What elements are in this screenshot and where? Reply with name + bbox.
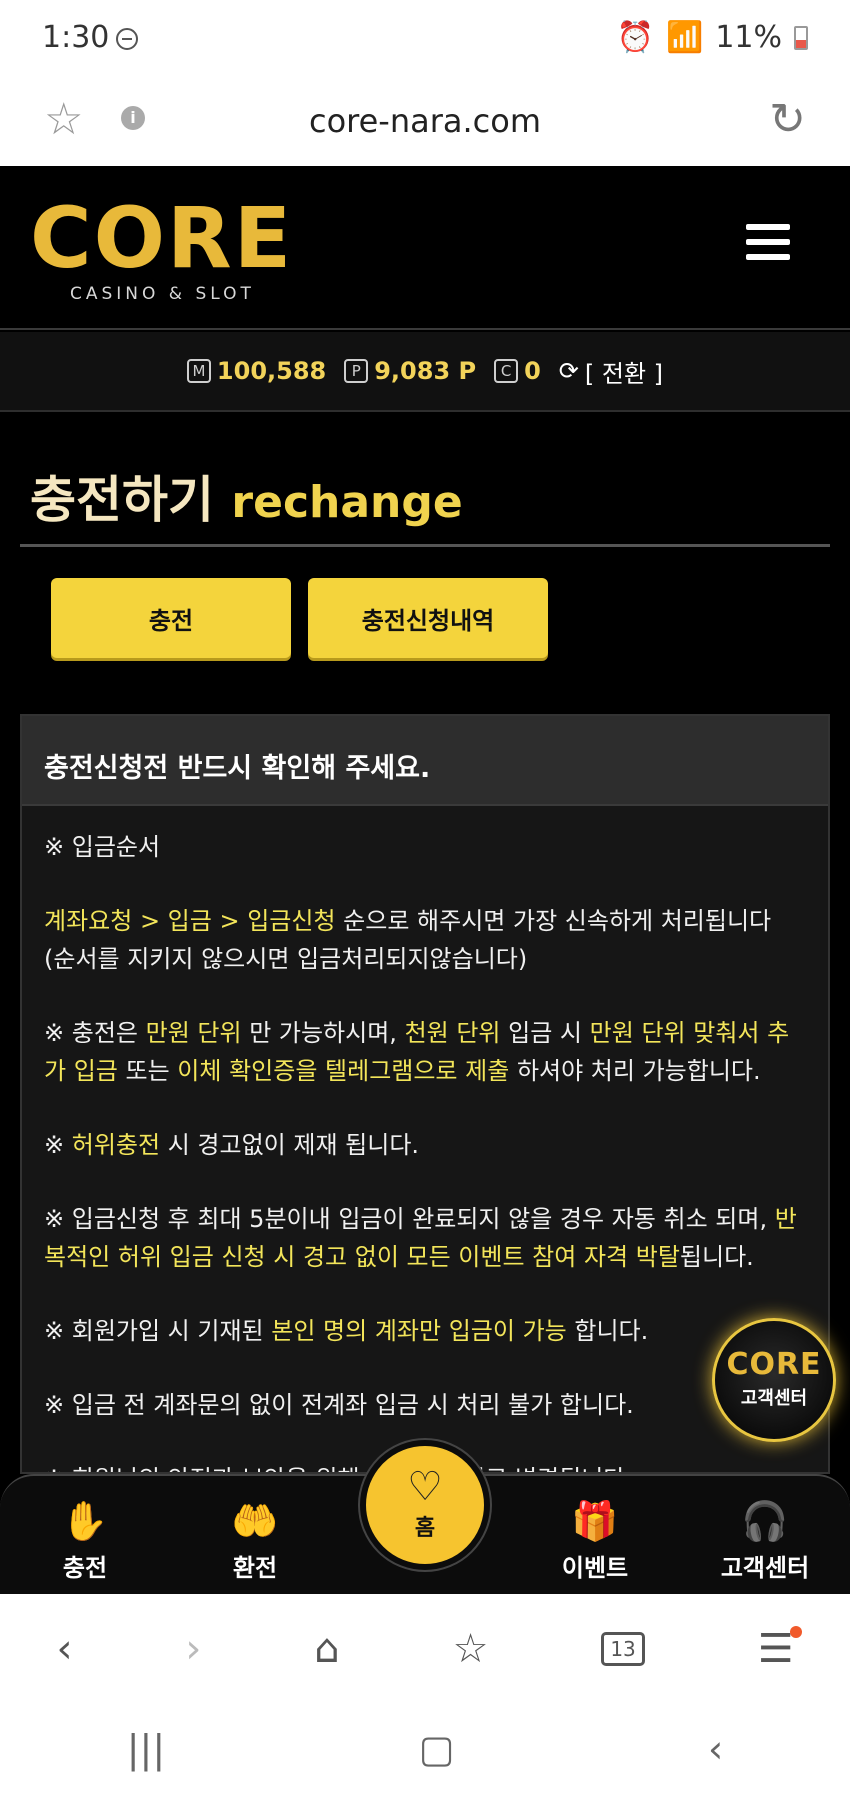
notice-p6: ※ 회원가입 시 기재된 본인 명의 계좌만 입금이 가능 합니다. [44,1317,649,1345]
balance-bar: M 100,588 P 9,083 P C 0 ⟳ [ 전환 ] [0,332,850,412]
switch-label: [ 전환 ] [584,359,664,388]
status-icons: ⏰ 📶 11% [617,20,808,55]
status-bar: 1:30 ⏰ 📶 11% [0,0,850,80]
back-icon[interactable]: ‹ [56,1626,72,1672]
coin-balance: C 0 [494,357,541,385]
wifi-icon: 📶 [665,20,704,55]
notice-p7: ※ 입금 전 계좌문의 없이 전계좌 입금 시 처리 불가 합니다. [44,1391,634,1419]
notice-body: ※ 입금순서 계좌요청 > 입금 > 입금신청 순으로 해주시면 가장 신속하게… [22,806,828,1472]
do-not-disturb-icon [116,28,138,50]
nav-charge[interactable]: ✋ 충전 [15,1494,155,1583]
battery-icon [794,25,808,50]
notice-p2: 계좌요청 > 입금 > 입금신청 순으로 해주시면 가장 신속하게 처리됩니다 … [44,907,772,973]
notice-box: 충전신청전 반드시 확인해 주세요. ※ 입금순서 계좌요청 > 입금 > 입금… [20,714,830,1474]
notice-p1: ※ 입금순서 [44,833,161,861]
android-nav-bar: ||| ▢ ‹ [0,1704,850,1794]
notice-p3: ※ 충전은 만원 단위 만 가능하시며, 천원 단위 입금 시 만원 단위 맞춰… [44,1019,790,1085]
browser-url-bar: ☆ i core-nara.com ↻ [0,80,850,166]
menu-icon[interactable]: ☰ [758,1626,802,1672]
charge-icon: ✋ [61,1499,109,1543]
cs-badge-logo: CORE [726,1347,822,1382]
money-icon: M [186,359,211,383]
site-logo[interactable]: CORE CASINO & SLOT [30,189,294,306]
nav-exchange[interactable]: 🤲 환전 [185,1494,325,1583]
page-title-en: rechange [231,477,463,528]
recent-apps-icon[interactable]: ||| [127,1727,165,1771]
charge-history-button[interactable]: 충전신청내역 [308,578,548,658]
logo-word: CORE [30,189,294,287]
tabs-icon[interactable]: 13 [601,1632,645,1666]
hamburger-menu-icon[interactable] [746,224,790,264]
money-value: 100,588 [216,357,327,385]
point-value: 9,083 P [374,357,477,385]
notice-p5: ※ 입금신청 후 최대 5분이내 입금이 완료되지 않을 경우 자동 취소 되며… [44,1205,797,1271]
site-header: CORE CASINO & SLOT [0,166,850,330]
nav-customer-center[interactable]: 🎧 고객센터 [695,1494,835,1583]
page-title-ko: 충전하기 [30,471,214,529]
exchange-icon: 🤲 [231,1499,279,1543]
alarm-icon: ⏰ [616,20,654,55]
charge-button[interactable]: 충전 [51,578,291,658]
battery-percent: 11% [715,20,782,55]
home-icon[interactable]: ⌂ [314,1626,339,1672]
forward-icon[interactable]: › [185,1626,201,1672]
page-title: 충전하기 rechange [30,460,463,532]
status-time: 1:30 [42,20,110,55]
switch-button[interactable]: ⟳ [ 전환 ] [559,354,663,389]
nav-event[interactable]: 🎁 이벤트 [525,1494,665,1583]
title-divider [20,544,830,547]
browser-toolbar: ‹ › ⌂ ☆ 13 ☰ [0,1594,850,1704]
url-text[interactable]: core-nara.com [0,102,850,140]
nav-home[interactable]: ♡ 홈 [360,1440,490,1570]
system-back-icon[interactable]: ‹ [708,1727,723,1771]
logo-subtitle: CASINO & SLOT [70,284,255,304]
notice-p4: ※ 허위충전 시 경고없이 제재 됩니다. [44,1131,420,1159]
point-icon: P [344,359,369,383]
point-balance: P 9,083 P [344,357,476,385]
gift-icon: 🎁 [571,1499,619,1543]
money-balance: M 100,588 [186,357,327,385]
coin-icon: C [494,359,519,383]
home-heart-icon: ♡ [407,1464,443,1510]
home-square-icon[interactable]: ▢ [419,1727,455,1771]
cs-badge-label: 고객센터 [740,1388,808,1409]
refresh-icon: ⟳ [558,357,579,385]
coin-value: 0 [524,357,541,385]
notice-heading: 충전신청전 반드시 확인해 주세요. [22,716,828,806]
bookmarks-icon[interactable]: ☆ [453,1626,489,1672]
customer-center-floating-button[interactable]: CORE 고객센터 [712,1318,836,1442]
reload-icon[interactable]: ↻ [769,94,806,145]
headset-icon: 🎧 [741,1499,789,1543]
